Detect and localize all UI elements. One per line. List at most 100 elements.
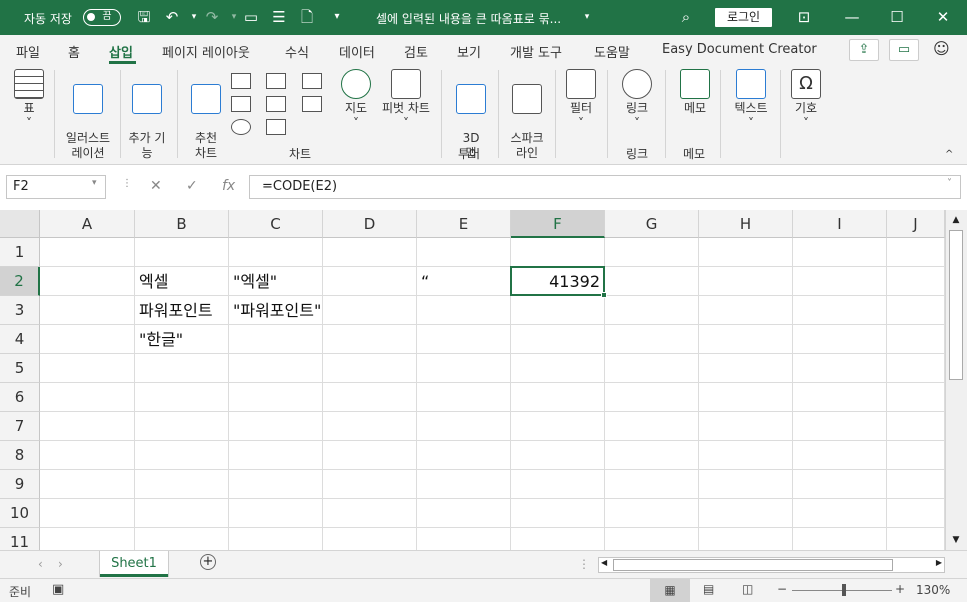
tab-review[interactable]: 검토 [404, 42, 428, 61]
h-scroll-thumb[interactable] [613, 559, 893, 571]
zoom-slider[interactable] [792, 584, 892, 596]
document-title[interactable]: 셀에 입력된 내용을 큰 따옴표로 묶... [376, 10, 561, 27]
scroll-right-icon[interactable]: ▶ [936, 558, 942, 567]
cell-g11[interactable] [605, 528, 699, 550]
cell-e5[interactable] [417, 354, 511, 383]
autosave-toggle[interactable]: 끔 [83, 9, 121, 26]
cell-a9[interactable] [40, 470, 135, 499]
cell-j10[interactable] [887, 499, 945, 528]
column-header-d[interactable]: D [323, 210, 417, 238]
row-header-4[interactable]: 4 [0, 325, 40, 354]
cell-j7[interactable] [887, 412, 945, 441]
cell-d4[interactable] [323, 325, 417, 354]
column-header-a[interactable]: A [40, 210, 135, 238]
cell-i1[interactable] [793, 238, 887, 267]
cell-h2[interactable] [699, 267, 793, 296]
cell-d3[interactable] [323, 296, 417, 325]
tab-home[interactable]: 홈 [68, 42, 80, 61]
cell-g5[interactable] [605, 354, 699, 383]
pie-chart-icon[interactable] [231, 119, 251, 135]
table-button[interactable]: 표 ˅ [12, 69, 46, 131]
row-header-9[interactable]: 9 [0, 470, 40, 499]
recommended-charts-button[interactable]: 추천 차트 [184, 69, 228, 161]
cell-i7[interactable] [793, 412, 887, 441]
cell-c4[interactable] [229, 325, 323, 354]
cell-c9[interactable] [229, 470, 323, 499]
name-box-dropdown-icon[interactable]: ▾ [92, 178, 97, 188]
page-layout-view-icon[interactable]: ▤ [703, 582, 714, 596]
cell-h7[interactable] [699, 412, 793, 441]
select-all-button[interactable] [0, 210, 40, 238]
fill-handle[interactable] [601, 292, 607, 298]
minimize-icon[interactable]: — [843, 8, 861, 26]
column-header-g[interactable]: G [605, 210, 699, 238]
cell-c1[interactable] [229, 238, 323, 267]
cell-i8[interactable] [793, 441, 887, 470]
column-header-i[interactable]: I [793, 210, 887, 238]
cell-b3[interactable]: 파워포인트 [135, 296, 229, 325]
close-icon[interactable]: ✕ [934, 8, 952, 26]
cell-h10[interactable] [699, 499, 793, 528]
cell-b5[interactable] [135, 354, 229, 383]
cell-g1[interactable] [605, 238, 699, 267]
scroll-down-icon[interactable]: ▼ [949, 535, 963, 545]
zoom-slider-thumb[interactable] [842, 584, 846, 596]
cell-e3[interactable] [417, 296, 511, 325]
zoom-level[interactable]: 130% [916, 583, 950, 597]
tab-split-grip-icon[interactable]: ⋮ [578, 557, 590, 571]
cell-a8[interactable] [40, 441, 135, 470]
cell-f4[interactable] [511, 325, 605, 354]
tab-file[interactable]: 파일 [16, 42, 40, 61]
cell-f9[interactable] [511, 470, 605, 499]
cell-i2[interactable] [793, 267, 887, 296]
cell-e1[interactable] [417, 238, 511, 267]
cell-e6[interactable] [417, 383, 511, 412]
layout-icon[interactable]: ☰ [270, 8, 288, 26]
cell-i5[interactable] [793, 354, 887, 383]
ribbon-display-icon[interactable]: ⊡ [795, 8, 813, 26]
share-button[interactable]: ⇪ [849, 39, 879, 61]
cell-f1[interactable] [511, 238, 605, 267]
cell-a4[interactable] [40, 325, 135, 354]
enter-icon[interactable]: ✓ [186, 178, 198, 194]
cell-j8[interactable] [887, 441, 945, 470]
hierarchy-chart-icon[interactable] [266, 73, 286, 89]
cell-j11[interactable] [887, 528, 945, 550]
row-header-10[interactable]: 10 [0, 499, 40, 528]
cell-b7[interactable] [135, 412, 229, 441]
cell-c3[interactable]: "파워포인트" [229, 296, 323, 325]
cell-g8[interactable] [605, 441, 699, 470]
cell-f6[interactable] [511, 383, 605, 412]
cell-h6[interactable] [699, 383, 793, 412]
cell-a3[interactable] [40, 296, 135, 325]
cell-e9[interactable] [417, 470, 511, 499]
cell-d2[interactable] [323, 267, 417, 296]
tab-view[interactable]: 보기 [457, 42, 481, 61]
cell-g7[interactable] [605, 412, 699, 441]
feedback-icon[interactable]: ☺ [933, 39, 950, 58]
cell-e10[interactable] [417, 499, 511, 528]
cell-b4[interactable]: "한글" [135, 325, 229, 354]
cancel-icon[interactable]: ✕ [150, 178, 162, 194]
tab-page-layout[interactable]: 페이지 레이아웃 [162, 42, 250, 61]
scroll-thumb[interactable] [949, 230, 963, 380]
search-icon[interactable]: ⌕ [677, 8, 695, 26]
scatter-chart-icon[interactable] [266, 119, 286, 135]
cell-h9[interactable] [699, 470, 793, 499]
row-header-5[interactable]: 5 [0, 354, 40, 383]
sheet-tab-sheet1[interactable]: Sheet1 [100, 551, 168, 577]
waterfall-chart-icon[interactable] [302, 73, 322, 89]
sparklines-button[interactable]: 스파크 라인 [505, 69, 549, 161]
cell-h1[interactable] [699, 238, 793, 267]
insert-function-icon[interactable]: fx [222, 178, 235, 194]
cell-f11[interactable] [511, 528, 605, 550]
cell-b11[interactable] [135, 528, 229, 550]
cell-g2[interactable] [605, 267, 699, 296]
login-button[interactable]: 로그인 [715, 8, 772, 27]
cell-d11[interactable] [323, 528, 417, 550]
cell-h8[interactable] [699, 441, 793, 470]
statistic-chart-icon[interactable] [266, 96, 286, 112]
formula-input[interactable]: =CODE(E2) [249, 175, 961, 199]
cell-h5[interactable] [699, 354, 793, 383]
column-header-f[interactable]: F [511, 210, 605, 238]
